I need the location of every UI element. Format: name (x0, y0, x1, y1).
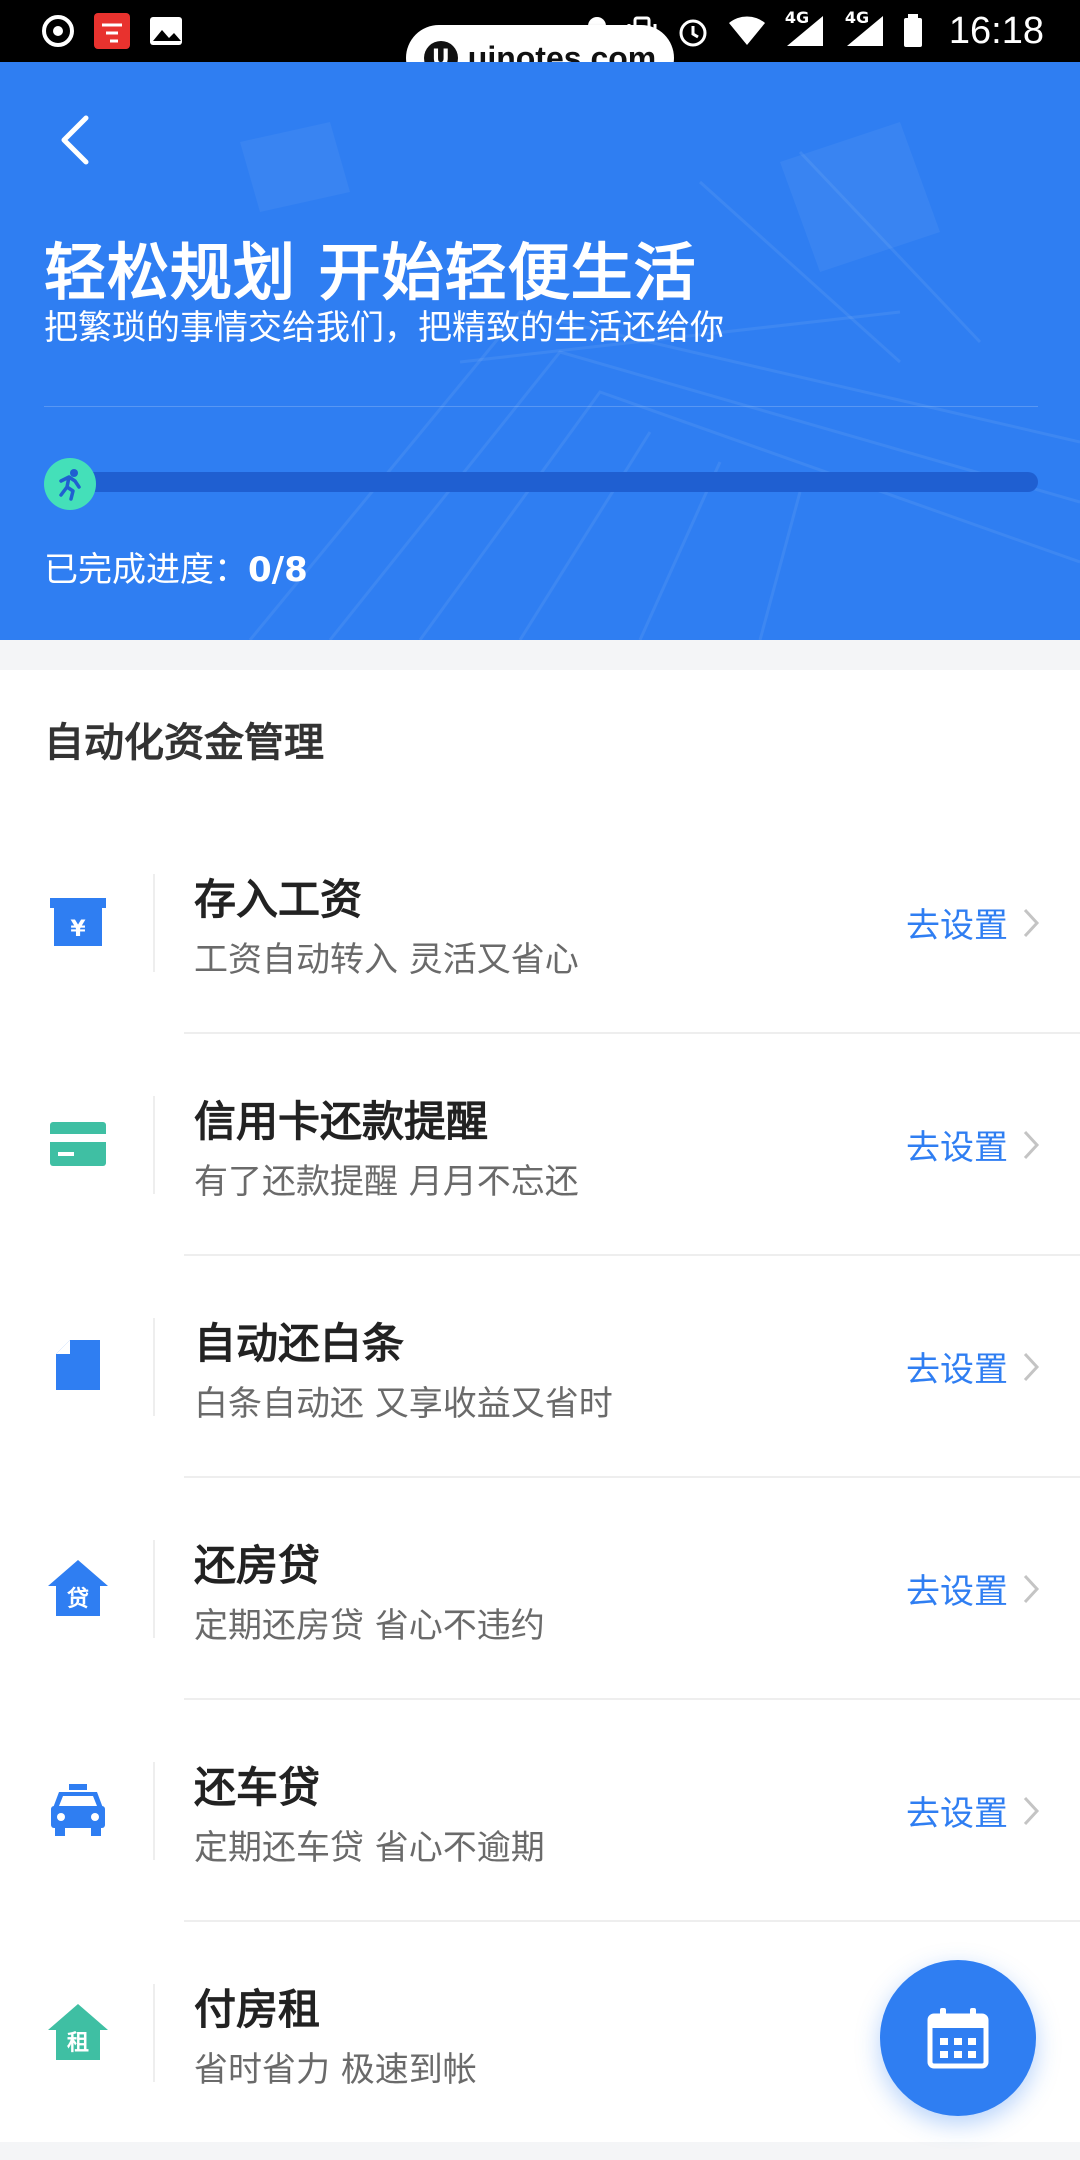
item-title: 信用卡还款提醒 (194, 1097, 489, 1146)
section-title: 自动化资金管理 (44, 720, 324, 766)
list-item-salary-deposit[interactable]: ¥ 存入工资 工资自动转入 灵活又省心 去设置 (0, 812, 1080, 1034)
salary-deposit-icon: ¥ (46, 890, 110, 954)
chevron-right-icon (1023, 1574, 1040, 1603)
setup-link[interactable]: 去设置 (906, 1342, 1040, 1391)
progress-label: 已完成进度： (44, 550, 248, 590)
bottom-strip (0, 2142, 1080, 2160)
calendar-icon (927, 2008, 989, 2069)
document-icon (46, 1334, 110, 1398)
item-description: 定期还房贷 省心不违约 (194, 1606, 545, 1646)
status-left (40, 11, 184, 51)
item-separator (153, 1096, 155, 1194)
progress-value: 0/8 (248, 550, 308, 590)
network-label-1: 4G (784, 8, 810, 27)
house-rent-badge: 租 (67, 2031, 89, 2056)
progress-status: 已完成进度：0/8 (44, 542, 308, 591)
task-list: ¥ 存入工资 工资自动转入 灵活又省心 去设置 信用卡还款提醒 有了还款提醒 月… (0, 812, 1080, 2144)
item-title: 付房租 (194, 1985, 321, 2034)
credit-card-icon (46, 1112, 110, 1176)
chevron-right-icon (1023, 1130, 1040, 1159)
page-title: 轻松规划 开始轻便生活 (44, 236, 697, 309)
chevron-right-icon (1023, 908, 1040, 937)
wifi-icon (727, 15, 767, 47)
item-title: 存入工资 (194, 875, 363, 924)
signal-4g-icon-2: 4G (843, 8, 887, 48)
setup-link[interactable]: 去设置 (906, 898, 1040, 947)
setup-link-label: 去设置 (906, 1128, 1008, 1168)
list-item-auto-baitiao[interactable]: 自动还白条 白条自动还 又享收益又省时 去设置 (0, 1256, 1080, 1478)
house-rent-icon: 租 (46, 2000, 110, 2064)
alarm-icon (675, 13, 711, 49)
item-description: 省时省力 极速到帐 (194, 2050, 477, 2090)
image-notification-icon (148, 13, 184, 49)
svg-text:¥: ¥ (70, 917, 86, 942)
setup-link-label: 去设置 (906, 1572, 1008, 1612)
chevron-right-icon (1023, 1352, 1040, 1381)
car-icon (46, 1778, 110, 1842)
header-banner: 轻松规划 开始轻便生活 把繁琐的事情交给我们，把精致的生活还给你 已完成进度：0… (0, 62, 1080, 640)
item-title: 还车贷 (194, 1763, 321, 1812)
progress-bar (56, 472, 1038, 492)
item-description: 有了还款提醒 月月不忘还 (194, 1162, 579, 1202)
calendar-fab-button[interactable] (880, 1960, 1036, 2116)
runner-icon (59, 469, 81, 501)
setup-link-label: 去设置 (906, 1794, 1008, 1834)
item-description: 白条自动还 又享收益又省时 (194, 1384, 613, 1424)
setup-link-label: 去设置 (906, 1350, 1008, 1390)
item-description: 定期还车贷 省心不逾期 (194, 1828, 545, 1868)
setup-link[interactable]: 去设置 (906, 1120, 1040, 1169)
page-subtitle: 把繁琐的事情交给我们，把精致的生活还给你 (44, 308, 724, 348)
list-item-credit-card-reminder[interactable]: 信用卡还款提醒 有了还款提醒 月月不忘还 去设置 (0, 1034, 1080, 1256)
item-separator (153, 1540, 155, 1638)
header-divider (44, 406, 1038, 407)
chevron-right-icon (1023, 1796, 1040, 1825)
section-gap (0, 640, 1080, 670)
setup-link[interactable]: 去设置 (906, 1786, 1040, 1835)
clock-time: 16:18 (948, 9, 1044, 52)
item-separator (153, 1984, 155, 2082)
battery-icon (903, 14, 923, 48)
setup-link[interactable]: 去设置 (906, 1564, 1040, 1613)
app-notification-icon (92, 11, 132, 51)
back-button[interactable] (50, 110, 100, 170)
item-title: 还房贷 (194, 1541, 321, 1590)
setup-link-label: 去设置 (906, 906, 1008, 946)
runner-badge (44, 458, 96, 510)
item-title: 自动还白条 (194, 1319, 405, 1368)
netease-music-icon (40, 13, 76, 49)
signal-4g-icon-1: 4G (783, 8, 827, 48)
house-loan-badge: 贷 (67, 1586, 89, 1612)
item-separator (153, 874, 155, 972)
back-arrow-icon (61, 115, 89, 165)
list-item-house-loan[interactable]: 贷 还房贷 定期还房贷 省心不违约 去设置 (0, 1478, 1080, 1700)
item-separator (153, 1318, 155, 1416)
list-item-car-loan[interactable]: 还车贷 定期还车贷 省心不逾期 去设置 (0, 1700, 1080, 1922)
house-loan-icon: 贷 (46, 1556, 110, 1620)
network-label-2: 4G (844, 8, 870, 27)
item-separator (153, 1762, 155, 1860)
item-description: 工资自动转入 灵活又省心 (194, 940, 579, 980)
